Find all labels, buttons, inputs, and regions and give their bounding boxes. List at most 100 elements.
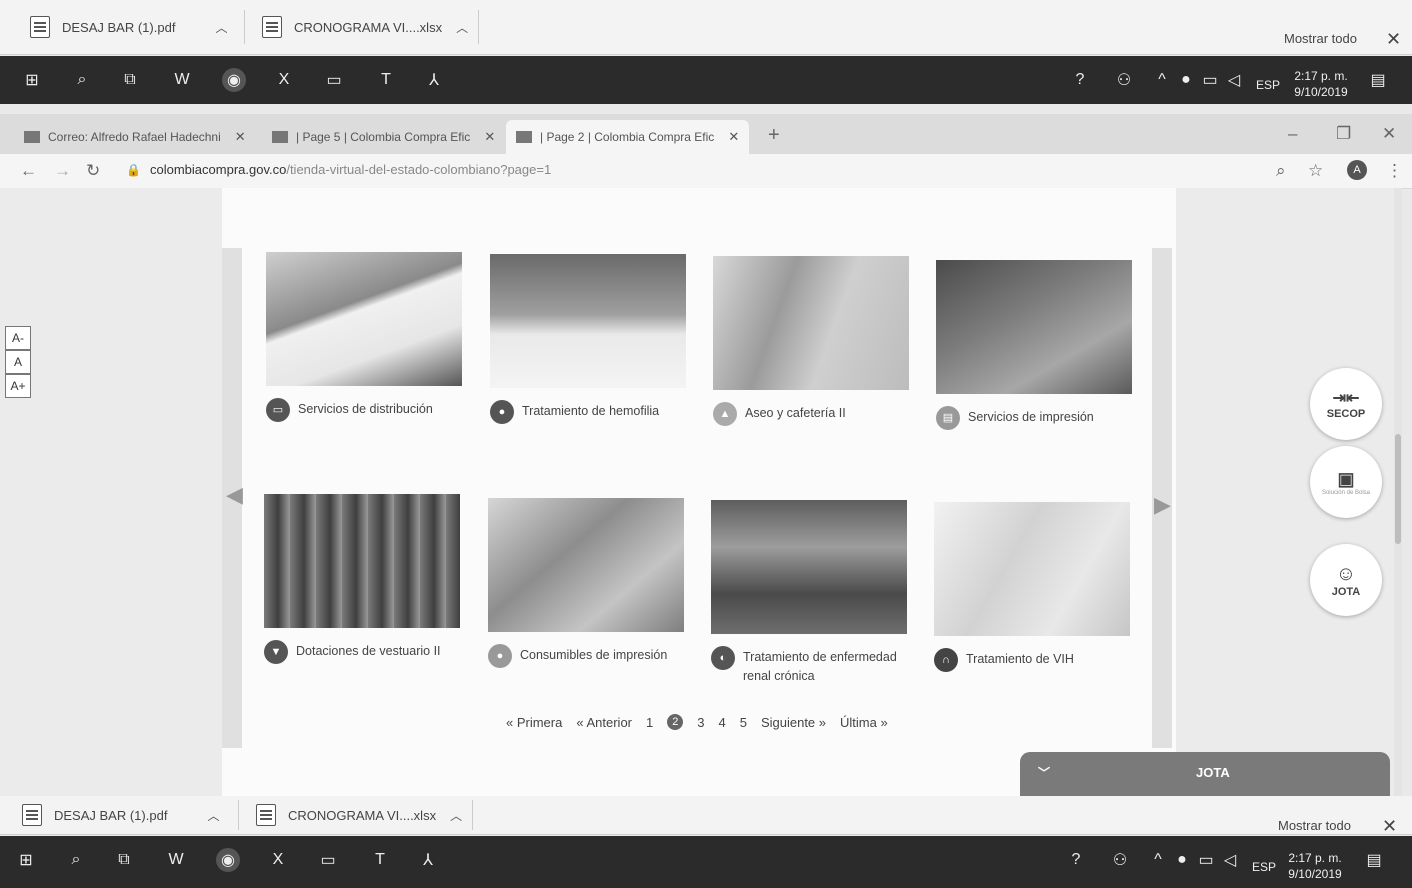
network-icon[interactable]: ● [1170, 848, 1194, 872]
font-normal-button[interactable]: A [5, 350, 31, 374]
pagination-page-5[interactable]: 5 [740, 715, 747, 730]
reload-icon[interactable]: ↻ [86, 161, 100, 181]
close-icon[interactable]: ✕ [1382, 816, 1397, 837]
catalog-card[interactable]: ▭ Servicios de distribución [266, 252, 462, 422]
close-icon[interactable]: ✕ [1386, 29, 1401, 50]
clock[interactable]: 2:17 p. m. 9/10/2019 [1286, 68, 1356, 100]
notifications-icon[interactable]: ▤ [1362, 848, 1386, 872]
help-icon[interactable]: ? [1068, 68, 1092, 92]
back-icon[interactable]: ← [20, 161, 37, 181]
tray-chevron-icon[interactable]: ^ [1150, 68, 1174, 92]
display-icon[interactable]: ▭ [1198, 68, 1222, 92]
profile-avatar[interactable]: A [1347, 160, 1367, 180]
menu-icon[interactable]: ⋮ [1386, 161, 1403, 181]
windows-start-icon[interactable]: ⊞ [20, 68, 44, 92]
tab-page-5[interactable]: | Page 5 | Colombia Compra Efic ✕ [272, 122, 495, 152]
bolsa-button[interactable]: ▣ Solución de Bolsa [1310, 446, 1382, 518]
excel-icon[interactable]: X [266, 848, 290, 872]
forward-icon[interactable]: → [54, 161, 71, 181]
zoom-icon[interactable]: ⌕ [1276, 161, 1286, 181]
new-tab-icon[interactable]: + [768, 124, 780, 147]
carousel-next-arrow-icon[interactable]: ▶ [1154, 492, 1171, 518]
catalog-card[interactable]: ● Tratamiento de hemofilia [490, 254, 686, 424]
clock[interactable]: 2:17 p. m. 9/10/2019 [1280, 850, 1350, 882]
minimize-icon[interactable]: – [1288, 124, 1297, 144]
task-view-icon[interactable]: ⧉ [118, 68, 142, 92]
pagination-first-link[interactable]: « Primera [506, 715, 562, 730]
close-tab-icon[interactable]: ✕ [728, 129, 739, 145]
file-explorer-icon[interactable]: ▭ [316, 848, 340, 872]
pagination-page-4[interactable]: 4 [718, 715, 725, 730]
chevron-up-icon[interactable]: ︿ [215, 19, 227, 36]
language-indicator[interactable]: ESP [1252, 860, 1276, 874]
network-icon[interactable]: ● [1174, 68, 1198, 92]
pagination-page-3[interactable]: 3 [697, 715, 704, 730]
restore-icon[interactable]: ❐ [1336, 124, 1351, 144]
acrobat-icon[interactable]: ⅄ [416, 848, 440, 872]
download-filename: CRONOGRAMA VI....xlsx [288, 807, 437, 823]
catalog-card[interactable]: ◐ Tratamiento de enfermedad renal crónic… [711, 500, 907, 683]
search-icon[interactable]: ⌕ [70, 68, 94, 92]
bookmark-star-icon[interactable]: ☆ [1308, 161, 1323, 181]
volume-icon[interactable]: ◁ [1218, 848, 1242, 872]
jota-panel-title: JOTA [1196, 765, 1230, 780]
show-all-downloads-button[interactable]: Mostrar todo [1278, 818, 1351, 833]
windows-start-icon[interactable]: ⊞ [14, 848, 38, 872]
font-increase-button[interactable]: A+ [5, 374, 31, 398]
file-explorer-icon[interactable]: ▭ [322, 68, 346, 92]
display-icon[interactable]: ▭ [1194, 848, 1218, 872]
jota-assistant-button[interactable]: ☺ JOTA [1310, 544, 1382, 616]
clock-date: 9/10/2019 [1288, 867, 1342, 881]
acrobat-icon[interactable]: ⅄ [422, 68, 446, 92]
download-item[interactable]: DESAJ BAR (1).pdf ︿ [22, 800, 219, 830]
download-item[interactable]: CRONOGRAMA VI....xlsx ︿ [262, 12, 468, 42]
language-indicator[interactable]: ESP [1256, 78, 1280, 92]
pagination-prev-link[interactable]: « Anterior [576, 715, 632, 730]
notifications-icon[interactable]: ▤ [1366, 68, 1390, 92]
url-field[interactable]: colombiacompra.gov.co/tienda-virtual-del… [150, 162, 551, 177]
chevron-up-icon[interactable]: ︿ [207, 807, 219, 824]
download-item[interactable]: CRONOGRAMA VI....xlsx ︿ [256, 800, 462, 830]
catalog-card[interactable]: ● Consumibles de impresión [488, 498, 684, 668]
word-icon[interactable]: W [164, 848, 188, 872]
pagination-page-2-current[interactable]: 2 [667, 714, 684, 730]
people-icon[interactable]: ⚇ [1112, 68, 1136, 92]
catalog-card[interactable]: ▲ Aseo y cafetería II [713, 256, 909, 426]
catalog-card[interactable]: ▼ Dotaciones de vestuario II [264, 494, 460, 664]
page-scrollbar-thumb[interactable] [1395, 434, 1401, 544]
excel-icon[interactable]: X [272, 68, 296, 92]
chevron-up-icon[interactable]: ︿ [456, 19, 468, 36]
chevron-down-icon[interactable]: ﹀ [1038, 764, 1050, 781]
show-all-downloads-button[interactable]: Mostrar todo [1284, 31, 1357, 46]
people-icon[interactable]: ⚇ [1108, 848, 1132, 872]
help-icon[interactable]: ? [1064, 848, 1088, 872]
carousel-prev-arrow-icon[interactable]: ◀ [226, 482, 243, 508]
catalog-card[interactable]: ▤ Servicios de impresión [936, 260, 1132, 430]
volume-icon[interactable]: ◁ [1222, 68, 1246, 92]
tray-chevron-icon[interactable]: ^ [1146, 848, 1170, 872]
pagination-next-link[interactable]: Siguiente » [761, 715, 826, 730]
close-window-icon[interactable]: ✕ [1382, 124, 1396, 144]
secop-button[interactable]: ⇥⇤ SECOP [1310, 368, 1382, 440]
thread-spools-photo [264, 494, 460, 628]
font-decrease-button[interactable]: A- [5, 326, 31, 350]
download-item[interactable]: DESAJ BAR (1).pdf ︿ [30, 12, 227, 42]
pagination-last-link[interactable]: Última » [840, 715, 888, 730]
task-view-icon[interactable]: ⧉ [112, 848, 136, 872]
chevron-up-icon[interactable]: ︿ [450, 807, 462, 824]
close-tab-icon[interactable]: ✕ [484, 129, 495, 145]
catalog-card[interactable]: ∩ Tratamiento de VIH [934, 502, 1130, 672]
tab-correo[interactable]: Correo: Alfredo Rafael Hadechni ✕ [24, 122, 246, 152]
teams-icon[interactable]: T [368, 848, 392, 872]
close-tab-icon[interactable]: ✕ [235, 129, 246, 145]
address-bar: ← → ↻ 🔒 colombiacompra.gov.co/tienda-vir… [0, 154, 1412, 189]
pagination-page-1[interactable]: 1 [646, 715, 653, 730]
word-icon[interactable]: W [170, 68, 194, 92]
search-icon[interactable]: ⌕ [64, 848, 88, 872]
tab-page-2[interactable]: | Page 2 | Colombia Compra Efic ✕ [506, 120, 750, 154]
chrome-icon[interactable]: ◉ [216, 848, 240, 872]
catalog-card-caption: ● Consumibles de impresión [488, 644, 718, 668]
chrome-icon[interactable]: ◉ [222, 68, 246, 92]
jota-chat-panel[interactable]: ﹀ JOTA [1020, 752, 1390, 796]
teams-icon[interactable]: T [374, 68, 398, 92]
